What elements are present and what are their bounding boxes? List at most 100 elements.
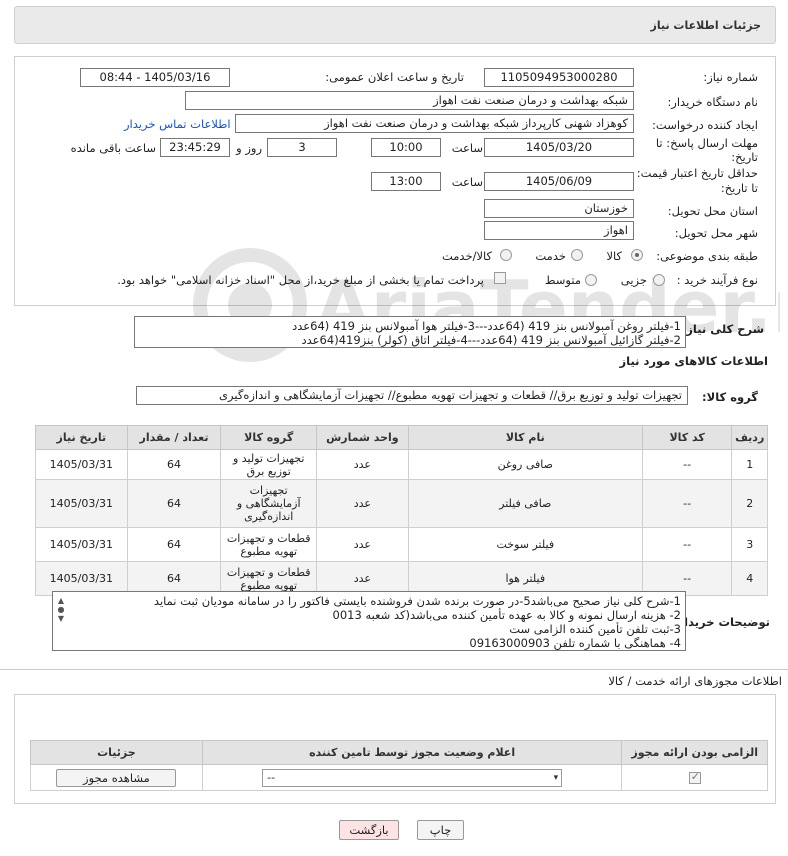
cell-status: -- ▾ — [201, 764, 623, 791]
need-number-field[interactable]: 1105094953000280 — [484, 68, 634, 87]
send-deadline-time[interactable]: 10:00 — [371, 138, 441, 157]
process-minor-label: جزیی — [620, 273, 647, 287]
summary-line-1: 1-فیلتر روغن آمبولانس بنز 419 (64عدد---3… — [292, 319, 681, 333]
treasury-payment-note: پرداخت تمام یا بخشی از مبلغ خرید،از محل … — [117, 273, 484, 287]
scroll-up-icon[interactable]: ▲ — [56, 596, 66, 605]
cell-name: صافی روغن — [407, 449, 643, 480]
permits-table: الزامی بودن ارائه مجوز اعلام وضعیت مجوز … — [30, 740, 768, 791]
province-label: استان محل تحویل: — [667, 204, 758, 218]
chevron-down-icon: ▾ — [553, 772, 559, 783]
cell-group: تجهیزات آزمایشگاهی و اندازه‌گیری — [220, 479, 318, 528]
table-row: -- ▾ مشاهده مجوز — [30, 764, 768, 791]
table-row[interactable]: 3 -- فیلتر سوخت عدد قطعات و تجهیزات تهوی… — [35, 527, 768, 562]
cell-name: صافی فیلتر — [407, 479, 643, 528]
cell-group: قطعات و تجهیزات تهویه مطبوع — [220, 527, 318, 562]
col-required: الزامی بودن ارائه مجوز — [621, 740, 768, 765]
buyer-org-field[interactable]: شبکه بهداشت و درمان صنعت نفت اهواز — [185, 91, 634, 110]
col-row: ردیف — [731, 425, 768, 450]
permit-status-value: -- — [267, 770, 276, 784]
category-radio-service[interactable] — [571, 249, 583, 261]
permits-table-header: الزامی بودن ارائه مجوز اعلام وضعیت مجوز … — [30, 740, 768, 765]
price-validity-time[interactable]: 13:00 — [371, 172, 441, 191]
remaining-label: ساعت باقی مانده — [70, 141, 156, 155]
cell-row: 1 — [731, 449, 768, 480]
remaining-days[interactable]: 3 — [267, 138, 337, 157]
send-deadline-label: مهلت ارسال پاسخ: تا — [655, 136, 758, 150]
back-button[interactable]: بازگشت — [339, 820, 399, 840]
price-validity-date[interactable]: 1405/06/09 — [484, 172, 634, 191]
buyer-notes-textarea[interactable]: 1-شرح کلی نیاز صحیح می‌باشد5-در صورت برن… — [52, 591, 686, 651]
summary-textarea[interactable]: 1-فیلتر روغن آمبولانس بنز 419 (64عدد---3… — [134, 316, 686, 348]
cell-code: -- — [641, 479, 733, 528]
category-radio-goods-service[interactable] — [500, 249, 512, 261]
process-medium-label: متوسط — [544, 273, 581, 287]
buyer-org-label: نام دستگاه خریدار: — [667, 95, 758, 109]
notes-scrollbar[interactable]: ▲ ● ▼ — [56, 596, 66, 623]
cell-unit: عدد — [316, 527, 409, 562]
notes-line-1: 1-شرح کلی نیاز صحیح می‌باشد5-در صورت برن… — [153, 594, 681, 608]
requester-field[interactable]: کوهزاد شهنی کارپرداز شبکه بهداشت و درمان… — [235, 114, 634, 133]
cell-qty: 64 — [126, 479, 222, 528]
process-label: نوع فرآیند خرید : — [676, 273, 758, 287]
city-field[interactable]: اهواز — [484, 221, 634, 240]
cell-name: فیلتر سوخت — [407, 527, 643, 562]
goods-group-field[interactable]: تجهیزات تولید و توزیع برق// قطعات و تجهی… — [136, 386, 688, 405]
col-date: تاریخ نیاز — [35, 425, 128, 450]
cell-code: -- — [641, 449, 733, 480]
page-header: جزئیات اطلاعات نیاز — [14, 6, 776, 44]
cell-date: 1405/03/31 — [35, 479, 128, 528]
scroll-dot-icon: ● — [57, 605, 65, 614]
cell-details: مشاهده مجوز — [30, 764, 203, 791]
cell-unit: عدد — [316, 449, 409, 480]
goods-table: ردیف کد کالا نام کالا واحد شمارش گروه کا… — [35, 425, 768, 596]
cell-row: 3 — [731, 527, 768, 562]
category-radio-goods[interactable] — [631, 249, 643, 261]
col-qty: تعداد / مقدار — [126, 425, 222, 450]
buyer-contact-link[interactable]: اطلاعات تماس خریدار — [124, 117, 231, 131]
announce-label: تاریخ و ساعت اعلان عمومی: — [325, 70, 464, 84]
category-goods-service-label: کالا/خدمت — [441, 249, 492, 263]
scroll-down-icon[interactable]: ▼ — [56, 614, 66, 623]
treasury-payment-checkbox[interactable] — [494, 272, 506, 284]
buyer-notes-label: توضیحات خریدار: — [672, 615, 770, 629]
price-validity-label-2: تا تاریخ: — [720, 181, 758, 195]
cell-date: 1405/03/31 — [35, 527, 128, 562]
send-deadline-date[interactable]: 1405/03/20 — [484, 138, 634, 157]
col-code: کد کالا — [641, 425, 733, 450]
price-time-label: ساعت — [451, 175, 483, 189]
category-label: طبقه بندی موضوعی: — [656, 249, 758, 263]
price-validity-label: حداقل تاریخ اعتبار قیمت: — [636, 166, 758, 180]
requester-label: ایجاد کننده درخواست: — [652, 118, 758, 132]
cell-qty: 64 — [126, 527, 222, 562]
cell-code: -- — [641, 527, 733, 562]
cell-unit: عدد — [316, 479, 409, 528]
goods-section-title: اطلاعات کالاهای مورد نیاز — [619, 354, 768, 368]
cell-required — [621, 764, 768, 791]
page-title: جزئیات اطلاعات نیاز — [650, 19, 762, 32]
announce-field[interactable]: 1405/03/16 - 08:44 — [80, 68, 230, 87]
table-row[interactable]: 2 -- صافی فیلتر عدد تجهیزات آزمایشگاهی و… — [35, 479, 768, 528]
table-row[interactable]: 1 -- صافی روغن عدد تجهیزات تولید و توزیع… — [35, 449, 768, 480]
required-checkbox — [688, 770, 701, 784]
col-details: جزئیات — [30, 740, 203, 765]
remaining-time[interactable]: 23:45:29 — [160, 138, 230, 157]
process-radio-minor[interactable] — [653, 274, 665, 286]
divider — [0, 669, 788, 670]
cell-qty: 64 — [126, 449, 222, 480]
view-permit-button[interactable]: مشاهده مجوز — [56, 768, 177, 787]
send-time-label: ساعت — [451, 141, 483, 155]
days-label: روز و — [236, 141, 262, 155]
permit-status-select[interactable]: -- ▾ — [262, 768, 563, 787]
notes-line-4: 4- هماهنگی با شماره تلفن 09163000903 — [469, 636, 681, 650]
need-number-label: شماره نیاز: — [703, 70, 758, 84]
process-radio-medium[interactable] — [585, 274, 597, 286]
summary-label: شرح کلی نیاز: — [681, 322, 764, 336]
goods-table-header: ردیف کد کالا نام کالا واحد شمارش گروه کا… — [35, 425, 768, 450]
col-unit: واحد شمارش — [316, 425, 409, 450]
cell-date: 1405/03/31 — [35, 449, 128, 480]
province-field[interactable]: خوزستان — [484, 199, 634, 218]
print-button[interactable]: چاپ — [417, 820, 464, 840]
cell-row: 2 — [731, 479, 768, 528]
city-label: شهر محل تحویل: — [674, 226, 758, 240]
send-deadline-label-2: تاریخ: — [731, 150, 758, 164]
